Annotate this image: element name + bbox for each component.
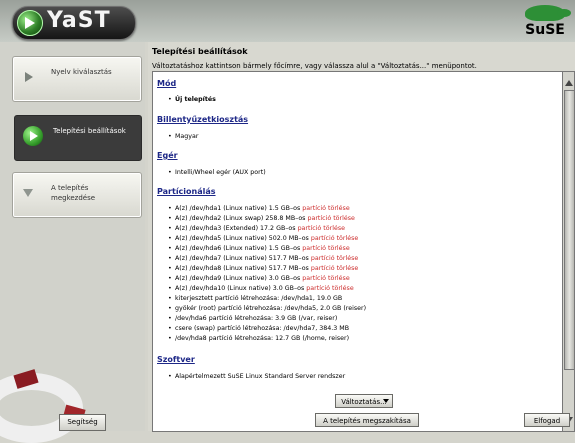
vertical-scrollbar[interactable] — [562, 71, 575, 432]
yast-play-icon — [17, 10, 43, 36]
mouse-item: • Intelli/Wheel egér (AUX port) — [168, 169, 266, 176]
section-partitioning-link[interactable]: Partícionálás — [157, 187, 216, 196]
section-keyboard-link[interactable]: Billentyűzetkiosztás — [157, 115, 248, 124]
section-mode-link[interactable]: Mód — [157, 79, 176, 88]
settings-summary: Mód • Új telepítés Billentyűzetkiosztás •… — [152, 71, 563, 432]
sidebar-step-label: A telepítés megkezdése — [51, 184, 96, 202]
sidebar-step-start-installation[interactable]: A telepítés megkezdése — [12, 172, 142, 218]
sidebar-step-label: Telepítési beállítások — [53, 127, 126, 135]
partition-item: •/dev/hda6 partíció létrehozása: 3.9 GB … — [168, 315, 338, 322]
partition-item: • A(z) /dev/hda6 (Linux native) 1.5 GB–os… — [168, 245, 350, 252]
partition-item: • A(z) /dev/hda2 (Linux swap) 258.8 MB–os… — [168, 215, 355, 222]
partition-item: • A(z) /dev/hda7 (Linux native) 517.7 MB–… — [168, 255, 359, 262]
arrow-right-icon — [25, 72, 33, 82]
change-dropdown-button[interactable]: Változtatás... — [335, 394, 393, 408]
partition-item: • A(z) /dev/hda10 (Linux native) 3.0 GB–o… — [168, 285, 354, 292]
arrow-down-icon — [23, 189, 33, 197]
page-title: Telepítési beállítások — [152, 47, 248, 56]
sidebar-step-label: Nyelv kiválasztás — [51, 68, 112, 76]
partition-item: • A(z) /dev/hda9 (Linux native) 3.0 GB–os… — [168, 275, 350, 282]
partition-item: • A(z) /dev/hda3 (Extended) 17.2 GB–os pa… — [168, 225, 345, 232]
partition-item: • A(z) /dev/hda1 (Linux native) 1.5 GB–os… — [168, 205, 350, 212]
chameleon-icon — [525, 5, 571, 21]
suse-logo-text: SuSE — [525, 22, 565, 38]
section-mouse-link[interactable]: Egér — [157, 151, 178, 160]
partition-item: •/dev/hda8 partíció létrehozása: 12.7 GB… — [168, 335, 350, 342]
yast-logo: YaST — [12, 6, 136, 40]
partition-item: • A(z) /dev/hda5 (Linux native) 502.0 MB–… — [168, 235, 359, 242]
page-description: Változtatáshoz kattintson bármely főcímr… — [152, 62, 477, 70]
abort-installation-button[interactable]: A telepítés megszakítása — [315, 413, 419, 427]
yast-logo-text: YaST — [47, 8, 111, 33]
sidebar-step-language[interactable]: Nyelv kiválasztás — [12, 56, 142, 102]
keyboard-item: • Magyar — [168, 133, 199, 140]
help-button[interactable]: Segítség — [59, 414, 106, 431]
active-step-icon — [23, 126, 43, 146]
partition-item: • gyökér (root) partíció létrehozása: /de… — [168, 305, 367, 312]
partition-item: • A(z) /dev/hda8 (Linux native) 517.7 MB–… — [168, 265, 359, 272]
software-item: • Alapértelmezett SuSE Linux Standard Ser… — [168, 373, 346, 380]
accept-button[interactable]: Elfogad — [524, 413, 570, 427]
scroll-thumb[interactable] — [564, 90, 575, 370]
suse-logo: SuSE — [521, 4, 571, 39]
mode-item: • Új telepítés — [168, 96, 216, 103]
section-software-link[interactable]: Szoftver — [157, 355, 195, 364]
scroll-up-icon[interactable] — [565, 80, 573, 86]
header-bar: YaST SuSE — [0, 0, 575, 42]
partition-item: • csere (swap) partíció létrehozása: /dev… — [168, 325, 350, 332]
partition-item: • kiterjesztett partíció létrehozása: /de… — [168, 295, 343, 302]
chevron-down-icon — [383, 399, 389, 403]
sidebar-step-installation-settings[interactable]: Telepítési beállítások — [14, 115, 142, 161]
main-panel: Telepítési beállítások Változtatáshoz ka… — [148, 42, 575, 432]
